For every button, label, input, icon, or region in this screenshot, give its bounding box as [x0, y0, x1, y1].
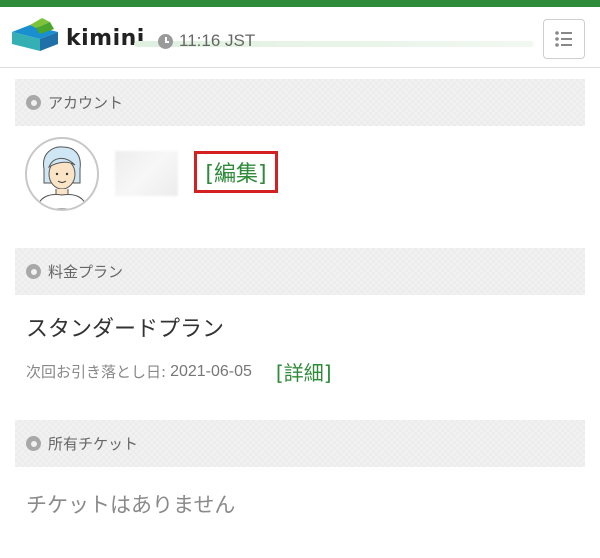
tickets-section-header: 所有チケット [15, 420, 585, 467]
no-tickets-message: チケットはありません [26, 493, 236, 517]
brand-name[interactable]: kimini [66, 26, 145, 51]
bullet-icon [26, 95, 41, 110]
kimini-logo[interactable] [10, 16, 60, 56]
bullet-icon [26, 436, 41, 451]
plan-detail-link[interactable]: [詳細] [276, 357, 332, 386]
next-debit-row: 次回お引き落とし日: 2021-06-05 [詳細] [26, 357, 332, 386]
tickets-section-title: 所有チケット [48, 435, 139, 453]
menu-button[interactable] [543, 19, 585, 59]
next-debit-date: 2021-06-05 [170, 362, 252, 380]
avatar [25, 137, 99, 211]
next-debit-label: 次回お引き落とし日: [26, 363, 167, 381]
app-header: kimini 11:16 JST [0, 7, 600, 68]
list-menu-icon [555, 31, 572, 47]
clock: 11:16 JST [158, 30, 255, 52]
user-avatar-illustration [36, 146, 88, 209]
blurred-user-name [115, 151, 178, 196]
account-section-header: アカウント [15, 79, 585, 126]
current-time: 11:16 JST [179, 31, 256, 50]
plan-section-header: 料金プラン [15, 248, 585, 295]
account-section-title: アカウント [48, 94, 124, 112]
plan-section-title: 料金プラン [48, 263, 124, 281]
bullet-icon [26, 264, 41, 279]
top-accent-bar [0, 0, 600, 7]
plan-name: スタンダードプラン [26, 317, 225, 342]
clock-icon [158, 33, 173, 49]
edit-account-link[interactable]: [編集] [194, 151, 278, 193]
